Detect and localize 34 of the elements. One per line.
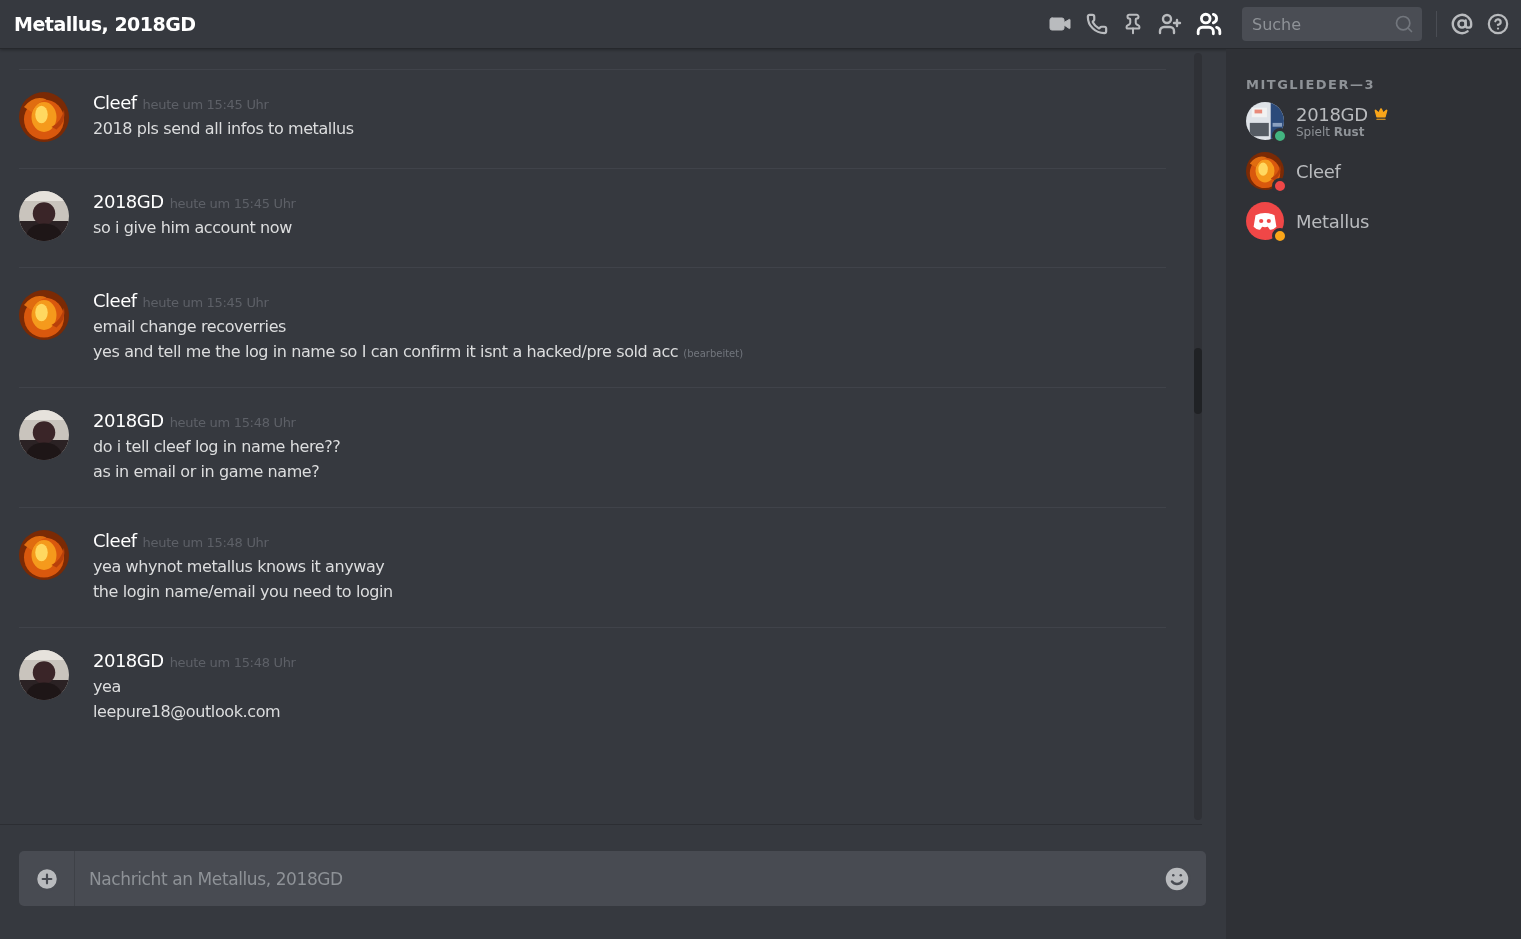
search-box[interactable]: Suche — [1242, 7, 1422, 41]
activity-text: Spielt Rust — [1296, 124, 1366, 139]
help-icon[interactable] — [1487, 13, 1509, 35]
member-item[interactable]: Cleef — [1246, 146, 1521, 196]
message-author[interactable]: Cleef — [93, 530, 137, 551]
message-text: yes and tell me the log in name so I can confirm it isnt a hacked/pre sold acc — [93, 342, 679, 361]
message-text: as in email or in game name? — [93, 462, 320, 481]
members-heading: MITGLIEDER—3 — [1246, 77, 1377, 92]
message-text: do i tell cleef log in name here?? — [93, 437, 341, 456]
mention-icon[interactable] — [1451, 13, 1473, 35]
member-item[interactable]: 2018GD Spielt Rust — [1246, 96, 1521, 146]
search-field[interactable]: Suche — [1250, 13, 1394, 35]
scrollbar-thumb[interactable] — [1194, 348, 1202, 414]
message-author[interactable]: Cleef — [93, 290, 137, 311]
phone-icon[interactable] — [1086, 13, 1108, 35]
users-icon[interactable] — [1196, 11, 1222, 37]
message-text: yea — [93, 677, 121, 696]
message-text: the login name/email you need to login — [93, 582, 393, 601]
member-item[interactable]: Metallus — [1246, 196, 1521, 246]
message-text: yea whynot metallus knows it anyway — [93, 557, 385, 576]
edited-label: (bearbeitet) — [683, 348, 744, 359]
message-text: so i give him account now — [93, 218, 292, 237]
message-text: 2018 pls send all infos to metallus — [93, 119, 354, 138]
message-text: email change recoverries — [93, 317, 287, 336]
add-user-icon[interactable] — [1158, 12, 1182, 36]
message-text: leepure18@outlook.com — [93, 702, 281, 721]
avatar-icon — [1246, 202, 1284, 240]
message-author[interactable]: 2018GD — [93, 410, 164, 431]
message-input-field[interactable]: Nachricht an Metallus, 2018GD — [87, 867, 1162, 890]
message-author[interactable]: Cleef — [93, 92, 137, 113]
window-title: Metallus, 2018GD — [14, 13, 197, 35]
message-author[interactable]: 2018GD — [93, 191, 164, 212]
message-composer[interactable]: Nachricht an Metallus, 2018GD — [19, 851, 1206, 906]
message-author[interactable]: 2018GD — [93, 650, 164, 671]
